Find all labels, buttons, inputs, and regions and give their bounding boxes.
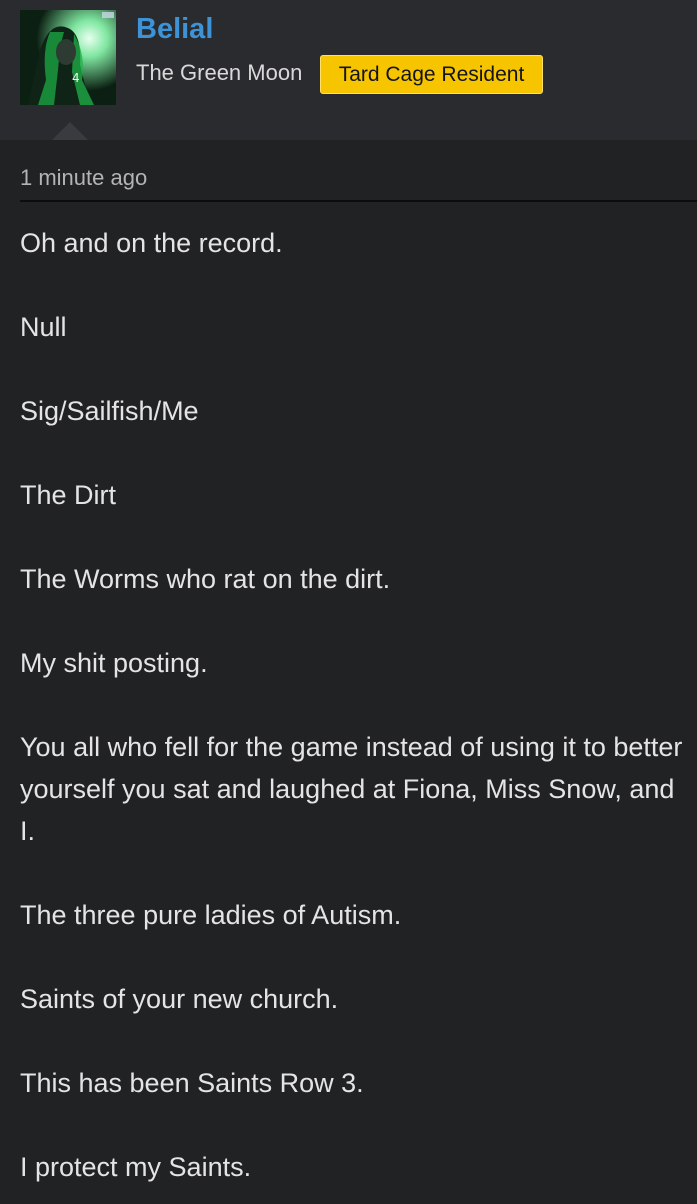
post-line: Null <box>20 312 67 342</box>
avatar-image: 4 <box>20 10 116 105</box>
post-line: Sig/Sailfish/Me <box>20 396 199 426</box>
post-line: My shit posting. <box>20 648 208 678</box>
svg-text:4: 4 <box>72 71 80 85</box>
post-line: Oh and on the record. <box>20 228 283 258</box>
username[interactable]: Belial <box>136 10 213 48</box>
divider <box>20 200 697 202</box>
user-title: The Green Moon <box>136 60 303 85</box>
post-line: Saints of your new church. <box>20 984 339 1014</box>
post-body: Oh and on the record. Null Sig/Sailfish/… <box>20 222 690 1188</box>
post-line: This has been Saints Row 3. <box>20 1068 364 1098</box>
post-header: 4 Belial The Green Moon Tard Cage Reside… <box>0 0 697 140</box>
avatar[interactable]: 4 <box>20 10 116 105</box>
post-line: The Worms who rat on the dirt. <box>20 564 391 594</box>
user-banner: Tard Cage Resident <box>320 55 543 94</box>
post-timestamp[interactable]: 1 minute ago <box>20 162 147 194</box>
avatar-pointer <box>52 122 88 140</box>
post-line: I protect my Saints. <box>20 1152 252 1182</box>
post-line: You all who fell for the game instead of… <box>20 732 683 846</box>
post-line: The three pure ladies of Autism. <box>20 900 402 930</box>
post-line: The Dirt <box>20 480 117 510</box>
